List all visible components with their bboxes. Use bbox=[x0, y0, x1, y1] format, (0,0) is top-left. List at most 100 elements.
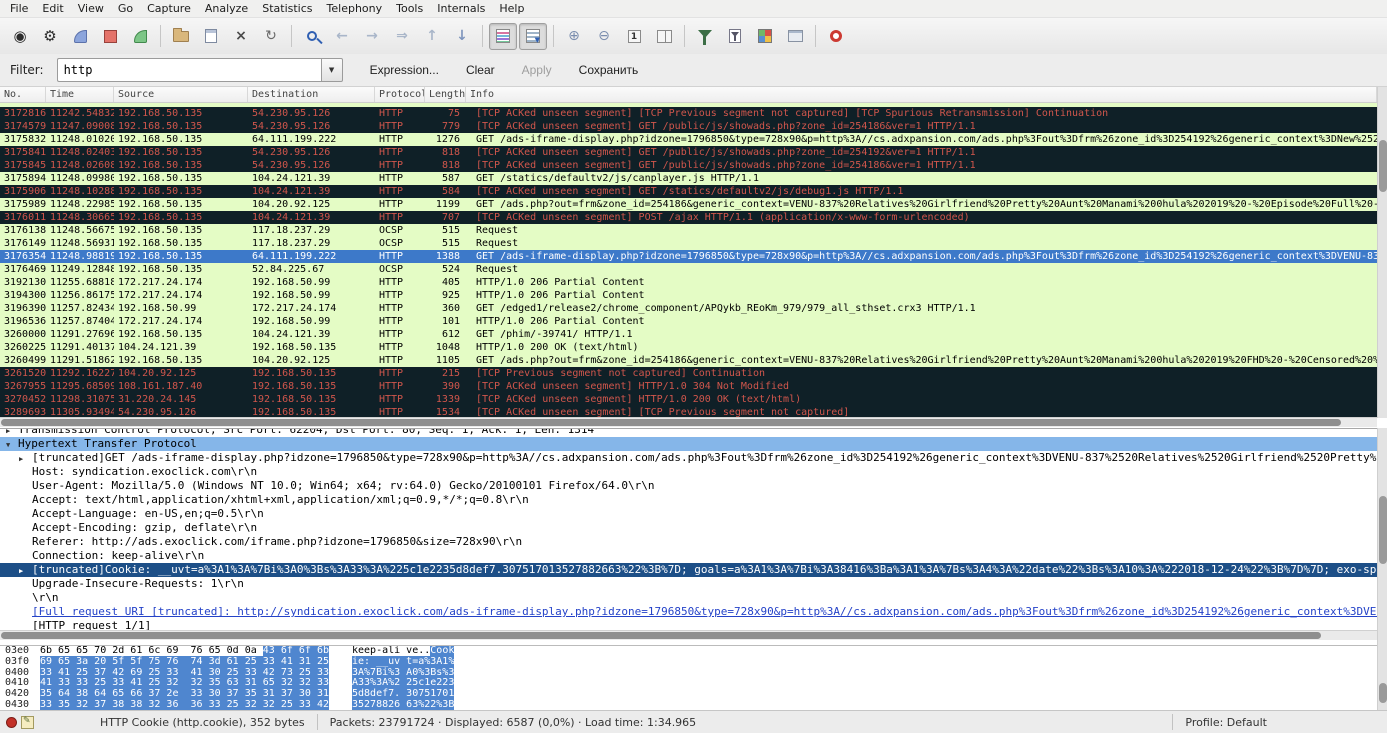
menu-edit[interactable]: Edit bbox=[35, 0, 70, 17]
packet-row[interactable]: 319430011256.86175(172.217.24.174192.168… bbox=[0, 289, 1377, 302]
apply-button[interactable]: Apply bbox=[522, 63, 552, 77]
packet-row[interactable]: 317635411248.98819:192.168.50.13564.111.… bbox=[0, 250, 1377, 263]
go-forward-button[interactable]: → bbox=[358, 23, 386, 50]
packet-list-hscroll-thumb[interactable] bbox=[1, 419, 1341, 426]
packet-row[interactable]: 317589411248.09980(192.168.50.135104.24.… bbox=[0, 172, 1377, 185]
expression-button[interactable]: Expression... bbox=[370, 63, 439, 77]
column-header-source[interactable]: Source bbox=[114, 87, 248, 102]
packet-row[interactable]: 317646911249.12848(192.168.50.13552.84.2… bbox=[0, 263, 1377, 276]
capture-options-button[interactable]: ⚙ bbox=[36, 23, 64, 50]
packet-row[interactable]: 317281611242.54832(192.168.50.13554.230.… bbox=[0, 107, 1377, 120]
go-to-top-button[interactable]: ↑ bbox=[418, 23, 446, 50]
detail-line[interactable]: \r\n bbox=[0, 591, 1377, 605]
expander-closed-icon[interactable]: ▶ bbox=[6, 428, 10, 437]
packet-row[interactable]: 317584511248.02608(192.168.50.13554.230.… bbox=[0, 159, 1377, 172]
open-capture-button[interactable] bbox=[167, 23, 195, 50]
packet-row[interactable]: 326795511295.68509(108.161.187.40192.168… bbox=[0, 380, 1377, 393]
expert-info-icon[interactable] bbox=[6, 717, 17, 728]
packet-list-hscrollbar[interactable] bbox=[0, 417, 1377, 427]
colorize-list-button[interactable] bbox=[489, 23, 517, 50]
packet-row[interactable]: 317598911248.22985(192.168.50.135104.20.… bbox=[0, 198, 1377, 211]
column-header-info[interactable]: Info bbox=[466, 87, 1377, 102]
packet-row[interactable]: 317601111248.30665(192.168.50.135104.24.… bbox=[0, 211, 1377, 224]
close-capture-button[interactable]: × bbox=[227, 23, 255, 50]
packet-row[interactable]: 317583211248.01020(192.168.50.13564.111.… bbox=[0, 133, 1377, 146]
menu-internals[interactable]: Internals bbox=[430, 0, 492, 17]
hex-vscroll-thumb[interactable] bbox=[1379, 683, 1387, 703]
detail-line[interactable]: Host: syndication.exoclick.com\r\n bbox=[0, 465, 1377, 479]
packet-row[interactable]: 317590611248.10288(192.168.50.135104.24.… bbox=[0, 185, 1377, 198]
detail-line[interactable]: Connection: keep-alive\r\n bbox=[0, 549, 1377, 563]
packet-row[interactable]: 328969311305.93494(54.230.95.126192.168.… bbox=[0, 406, 1377, 417]
detail-line[interactable]: User-Agent: Mozilla/5.0 (Windows NT 10.0… bbox=[0, 479, 1377, 493]
packet-row[interactable]: 326152011292.16227(104.20.92.125192.168.… bbox=[0, 367, 1377, 380]
resize-columns-button[interactable] bbox=[650, 23, 678, 50]
hex-vscrollbar[interactable] bbox=[1377, 645, 1387, 710]
packet-row[interactable]: 317614911248.56931:192.168.50.135117.18.… bbox=[0, 237, 1377, 250]
packet-row[interactable]: 317613811248.56675:192.168.50.135117.18.… bbox=[0, 224, 1377, 237]
column-header-no[interactable]: No. bbox=[0, 87, 46, 102]
detail-line[interactable]: [HTTP request 1/1] bbox=[0, 619, 1377, 630]
packet-row[interactable]: 326049911291.51862(192.168.50.135104.20.… bbox=[0, 354, 1377, 367]
help-button[interactable] bbox=[822, 23, 850, 50]
detail-line[interactable]: ▼Hypertext Transfer Protocol bbox=[0, 437, 1377, 451]
filter-input[interactable] bbox=[57, 58, 321, 82]
packet-row[interactable]: 326022511291.40137(104.24.121.39192.168.… bbox=[0, 341, 1377, 354]
menu-view[interactable]: View bbox=[71, 0, 111, 17]
profile-indicator[interactable]: Profile: Default bbox=[1185, 716, 1267, 729]
packet-row[interactable]: 319639011257.82434(192.168.50.99172.217.… bbox=[0, 302, 1377, 315]
save-capture-button[interactable] bbox=[197, 23, 225, 50]
expander-closed-icon[interactable]: ▶ bbox=[19, 564, 23, 577]
packet-row[interactable]: 319213011255.68818(172.217.24.174192.168… bbox=[0, 276, 1377, 289]
packet-row[interactable]: 327045211298.31075(31.220.24.145192.168.… bbox=[0, 393, 1377, 406]
expander-closed-icon[interactable]: ▶ bbox=[19, 452, 23, 465]
column-header-protocol[interactable]: Protocol bbox=[375, 87, 425, 102]
detail-line[interactable]: ▶[truncated]Cookie: __uvt=a%3A1%3A%7Bi%3… bbox=[0, 563, 1377, 577]
zoom-in-button[interactable]: ⊕ bbox=[560, 23, 588, 50]
column-header-time[interactable]: Time bbox=[46, 87, 114, 102]
capture-restart-button[interactable] bbox=[126, 23, 154, 50]
detail-line[interactable]: Referer: http://ads.exoclick.com/iframe.… bbox=[0, 535, 1377, 549]
zoom-100-button[interactable]: 1 bbox=[620, 23, 648, 50]
details-vscrollbar[interactable] bbox=[1377, 428, 1387, 645]
details-vscroll-thumb[interactable] bbox=[1379, 496, 1387, 564]
zoom-out-button[interactable]: ⊖ bbox=[590, 23, 618, 50]
column-header-destination[interactable]: Destination bbox=[248, 87, 375, 102]
menu-file[interactable]: File bbox=[3, 0, 35, 17]
capture-filter-button[interactable] bbox=[691, 23, 719, 50]
coloring-rules-button[interactable] bbox=[751, 23, 779, 50]
menu-capture[interactable]: Capture bbox=[140, 0, 198, 17]
details-hscrollbar[interactable] bbox=[0, 630, 1377, 640]
packet-row[interactable]: 319653611257.87404(172.217.24.174192.168… bbox=[0, 315, 1377, 328]
save-filter-button[interactable]: Сохранить bbox=[579, 63, 639, 77]
hex-row[interactable]: 043033 35 32 37 38 38 32 36 36 33 25 32 … bbox=[0, 700, 1377, 710]
auto-scroll-button[interactable] bbox=[519, 23, 547, 50]
details-hscroll-thumb[interactable] bbox=[1, 632, 1321, 639]
hex-row[interactable]: 03f069 65 3a 20 5f 5f 75 76 74 3d 61 25 … bbox=[0, 657, 1377, 668]
menu-go[interactable]: Go bbox=[111, 0, 140, 17]
packet-row[interactable]: 317584111248.02403(192.168.50.13554.230.… bbox=[0, 146, 1377, 159]
column-header-length[interactable]: Length bbox=[425, 87, 466, 102]
clear-button[interactable]: Clear bbox=[466, 63, 495, 77]
menu-analyze[interactable]: Analyze bbox=[198, 0, 255, 17]
go-back-button[interactable]: ← bbox=[328, 23, 356, 50]
packet-row[interactable]: 317457911247.09008(192.168.50.13554.230.… bbox=[0, 120, 1377, 133]
find-packet-button[interactable] bbox=[298, 23, 326, 50]
detail-line[interactable]: Accept-Language: en-US,en;q=0.5\r\n bbox=[0, 507, 1377, 521]
filter-dropdown-button[interactable]: ▼ bbox=[321, 58, 343, 82]
expander-open-icon[interactable]: ▼ bbox=[6, 438, 10, 451]
packet-list-vscrollbar[interactable] bbox=[1377, 87, 1387, 418]
menu-tools[interactable]: Tools bbox=[389, 0, 430, 17]
reload-capture-button[interactable]: ↻ bbox=[257, 23, 285, 50]
capture-comment-icon[interactable] bbox=[21, 716, 34, 729]
go-to-bottom-button[interactable]: ↓ bbox=[448, 23, 476, 50]
capture-interfaces-button[interactable]: ◉ bbox=[6, 23, 34, 50]
detail-line[interactable]: Accept: text/html,application/xhtml+xml,… bbox=[0, 493, 1377, 507]
detail-line[interactable]: ▶Transmission Control Protocol, Src Port… bbox=[0, 428, 1377, 437]
packet-row[interactable]: 326000011291.27696(192.168.50.135104.24.… bbox=[0, 328, 1377, 341]
detail-line[interactable]: Accept-Encoding: gzip, deflate\r\n bbox=[0, 521, 1377, 535]
detail-line[interactable]: Upgrade-Insecure-Requests: 1\r\n bbox=[0, 577, 1377, 591]
display-filter-button[interactable] bbox=[721, 23, 749, 50]
detail-line[interactable]: [Full request URI [truncated]: http://sy… bbox=[0, 605, 1377, 619]
capture-start-button[interactable] bbox=[66, 23, 94, 50]
